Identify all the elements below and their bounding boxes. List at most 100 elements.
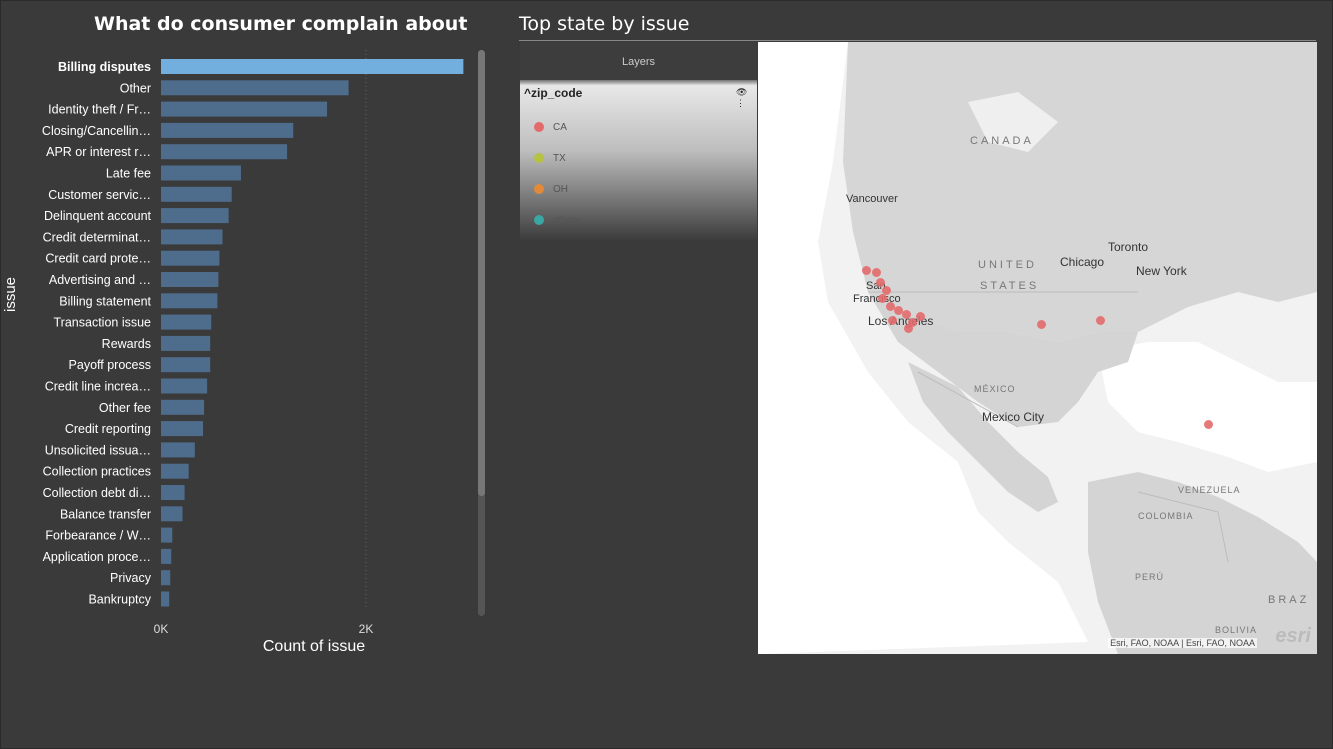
category-label[interactable]: Forbearance / W…	[45, 529, 151, 543]
map-point[interactable]	[878, 294, 887, 303]
bar[interactable]	[161, 357, 211, 373]
bar[interactable]	[161, 548, 172, 564]
bar[interactable]	[161, 527, 173, 543]
bar[interactable]	[161, 591, 170, 607]
legend-label: CA	[553, 122, 567, 133]
bar[interactable]	[161, 250, 220, 266]
map-point[interactable]	[916, 312, 925, 321]
category-label[interactable]: Balance transfer	[60, 507, 151, 521]
category-label[interactable]: Collection practices	[43, 465, 151, 479]
map-label-mexico: MÉXICO	[974, 384, 1016, 394]
category-label[interactable]: Other fee	[99, 401, 151, 415]
bar[interactable]	[161, 272, 219, 287]
category-label[interactable]: Credit line increa…	[45, 380, 151, 394]
bar[interactable]	[161, 208, 229, 224]
map-label-toronto: Toronto	[1108, 240, 1149, 254]
layers-header[interactable]: Layers	[520, 42, 757, 80]
bar[interactable]	[161, 485, 185, 500]
map-label-bolivia: BOLIVIA	[1215, 625, 1258, 635]
bar[interactable]	[161, 59, 464, 74]
map-point[interactable]	[862, 266, 871, 275]
legend-label: TX	[553, 153, 566, 164]
category-label[interactable]: Other	[120, 81, 151, 95]
bar[interactable]	[161, 335, 211, 351]
category-label[interactable]: Credit reporting	[65, 422, 151, 436]
map-title: Top state by issue	[519, 13, 690, 35]
legend-dot-oh	[534, 184, 544, 195]
category-label[interactable]: Bankruptcy	[88, 593, 151, 607]
category-label[interactable]: Payoff process	[69, 358, 151, 372]
legend-label: others	[553, 215, 581, 226]
map-label-mexico-city: Mexico City	[982, 410, 1045, 424]
map-label-states: STATES	[980, 280, 1040, 292]
map-point[interactable]	[904, 324, 913, 333]
map-point[interactable]	[1096, 316, 1105, 325]
category-label[interactable]: Privacy	[110, 571, 152, 585]
legend-item-ca[interactable]: CA	[534, 122, 567, 133]
bar-chart-title: What do consumer complain about	[94, 13, 468, 35]
bar[interactable]	[161, 463, 189, 479]
chart-scrollbar-thumb[interactable]	[478, 50, 485, 496]
map-label-brazil: BRAZ	[1268, 594, 1310, 606]
bar[interactable]	[161, 442, 195, 458]
visibility-icon[interactable]: 👁 ⋮	[736, 87, 757, 109]
bar[interactable]	[161, 80, 349, 96]
map-point[interactable]	[1204, 420, 1213, 429]
category-label[interactable]: Credit determinat…	[43, 230, 151, 244]
category-label[interactable]: Credit card prote…	[45, 252, 151, 266]
bar[interactable]	[161, 101, 328, 117]
map-label-chicago: Chicago	[1060, 255, 1105, 269]
map-label-canada: CANADA	[970, 135, 1034, 147]
map-view[interactable]: CANADA Vancouver UNITED STATES Chicago T…	[758, 42, 1317, 654]
layer-zip-code[interactable]: ^zip_code	[524, 86, 582, 100]
category-label[interactable]: Customer servic…	[48, 188, 151, 202]
category-label[interactable]: Advertising and …	[49, 273, 151, 287]
bar[interactable]	[161, 314, 212, 330]
legend-label: OH	[553, 184, 568, 195]
bar[interactable]	[161, 421, 204, 437]
category-label[interactable]: Transaction issue	[54, 316, 152, 330]
category-label[interactable]: Collection debt di…	[43, 486, 151, 500]
map-attribution: Esri, FAO, NOAA | Esri, FAO, NOAA	[1108, 638, 1257, 648]
legend-item-tx[interactable]: TX	[534, 153, 566, 164]
x-axis-title: Count of issue	[263, 638, 365, 655]
bar[interactable]	[161, 399, 205, 415]
map-point[interactable]	[872, 268, 881, 277]
category-label[interactable]: Delinquent account	[44, 209, 152, 223]
category-label[interactable]: Application proce…	[43, 550, 151, 564]
map-point[interactable]	[888, 316, 897, 325]
esri-logo: esri	[1275, 625, 1311, 647]
legend-dot-tx	[534, 153, 544, 164]
bar[interactable]	[161, 293, 218, 309]
bar[interactable]	[161, 229, 223, 245]
map-label-peru: PERÚ	[1135, 572, 1165, 582]
bar[interactable]	[161, 165, 241, 181]
bar[interactable]	[161, 378, 208, 394]
legend-dot-ca	[534, 122, 544, 133]
bar[interactable]	[161, 570, 171, 586]
x-tick-label: 0K	[154, 622, 169, 636]
category-label[interactable]: Billing statement	[59, 294, 151, 308]
basemap	[758, 42, 1317, 654]
map-label-venezuela: VENEZUELA	[1178, 485, 1241, 495]
category-label[interactable]: Billing disputes	[58, 60, 151, 74]
map-title-divider	[519, 40, 1316, 41]
layers-panel: Layers ^zip_code 👁 ⋮ CA TX OH others	[520, 42, 757, 240]
legend-item-others[interactable]: others	[534, 215, 581, 226]
legend-dot-others	[534, 215, 544, 226]
category-label[interactable]: APR or interest r…	[46, 145, 151, 159]
bar-chart[interactable]: Billing disputes Other Identity theft / Fr…	[0, 50, 480, 660]
category-label[interactable]: Late fee	[106, 167, 151, 181]
category-label[interactable]: Closing/Cancellin…	[42, 124, 151, 138]
bar[interactable]	[161, 144, 288, 160]
map-label-vancouver: Vancouver	[846, 193, 898, 205]
chart-scrollbar[interactable]	[478, 50, 485, 616]
category-label[interactable]: Rewards	[102, 337, 151, 351]
map-point[interactable]	[1037, 320, 1046, 329]
category-label[interactable]: Unsolicited issua…	[45, 443, 151, 457]
legend-item-oh[interactable]: OH	[534, 184, 568, 195]
category-label[interactable]: Identity theft / Fr…	[48, 103, 151, 117]
bar[interactable]	[161, 122, 294, 138]
bar[interactable]	[161, 186, 232, 202]
bar[interactable]	[161, 506, 183, 522]
